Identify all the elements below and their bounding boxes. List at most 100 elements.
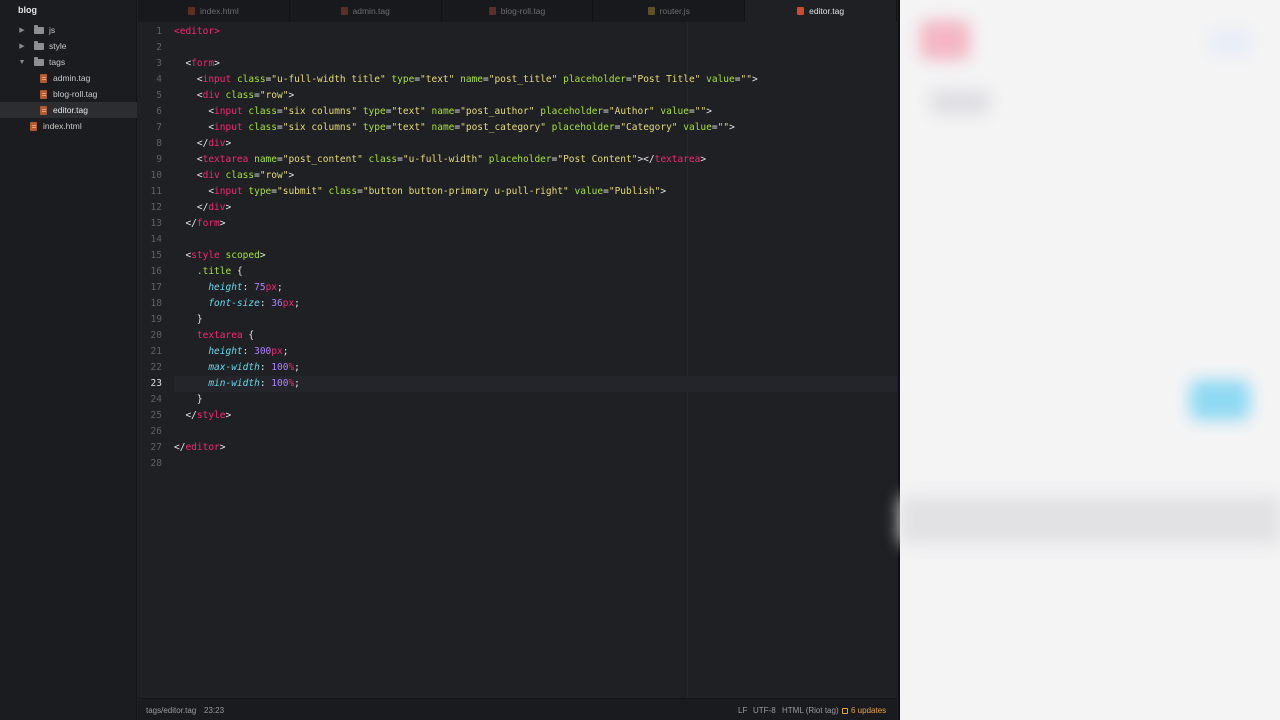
code-token: : [259, 378, 272, 389]
line-number[interactable]: 26 [138, 426, 162, 437]
code-line[interactable]: <input class="six columns" type="text" n… [174, 106, 712, 117]
sidebar-item-admin-tag[interactable]: admin.tag [0, 70, 137, 86]
code-editor[interactable]: 1 2 3 4 5 6 7 8 9 10 11 12 13 14 15 16 17 18 19 20 21 22 23 24 2… [138, 22, 897, 698]
chevron-right-icon[interactable]: ▶ [18, 42, 26, 50]
line-number[interactable]: 10 [138, 170, 162, 181]
code-line[interactable]: </form> [174, 218, 225, 229]
line-number[interactable]: 20 [138, 330, 162, 341]
code-line[interactable]: } [174, 394, 203, 405]
code-line[interactable]: </div> [174, 202, 231, 213]
code-token: .title [196, 266, 232, 277]
tab-editor-tag[interactable]: editor.tag [745, 0, 897, 22]
tab-blog-roll-tag[interactable]: blog-roll.tag [442, 0, 594, 22]
line-number[interactable]: 2 [138, 42, 162, 53]
line-number[interactable]: 21 [138, 346, 162, 357]
line-number[interactable]: 16 [138, 266, 162, 277]
code-token: "post_author" [460, 106, 535, 117]
code-token: value [706, 74, 735, 85]
line-number[interactable]: 23 [138, 378, 162, 389]
status-encoding[interactable]: UTF-8 [753, 706, 776, 715]
code-line[interactable]: height: 300px; [174, 346, 288, 357]
code-line[interactable]: <form> [174, 58, 219, 69]
code-line[interactable]: <textarea name="post_content" class="u-f… [174, 154, 706, 165]
line-number[interactable]: 18 [138, 298, 162, 309]
line-number[interactable]: 12 [138, 202, 162, 213]
sidebar-item-style[interactable]: ▶ style [0, 38, 137, 54]
code-line[interactable]: <input class="u-full-width title" type="… [174, 74, 758, 85]
tab-admin-tag[interactable]: admin.tag [290, 0, 442, 22]
sidebar-item-tags[interactable]: ▼ tags [0, 54, 137, 70]
line-number[interactable]: 22 [138, 362, 162, 373]
status-updates[interactable]: 6 updates [842, 706, 886, 715]
code-token: height [208, 346, 243, 357]
code-token: "text" [391, 122, 426, 133]
line-number[interactable]: 11 [138, 186, 162, 197]
status-file-path[interactable]: tags/editor.tag [146, 706, 196, 715]
line-number[interactable]: 1 [138, 26, 162, 37]
code-line[interactable]: <div class="row"> [174, 90, 294, 101]
line-number[interactable]: 14 [138, 234, 162, 245]
line-number[interactable]: 24 [138, 394, 162, 405]
tab-router-js[interactable]: router.js [593, 0, 746, 22]
code-token: input [214, 122, 243, 133]
line-number[interactable]: 7 [138, 122, 162, 133]
code-line[interactable]: font-size: 36px; [174, 298, 300, 309]
code-line[interactable]: </div> [174, 138, 231, 149]
code-token: </ [174, 410, 197, 421]
blurred-footer-band [900, 495, 1280, 545]
status-line-ending[interactable]: LF [738, 706, 747, 715]
tab-label: router.js [659, 6, 690, 16]
code-line[interactable]: <style scoped> [174, 250, 265, 261]
code-line[interactable]: </editor> [174, 442, 226, 453]
code-line[interactable]: min-width: 100%; [174, 378, 300, 389]
code-line[interactable]: </style> [174, 410, 231, 421]
sidebar-item-editor-tag[interactable]: editor.tag [0, 102, 137, 118]
status-cursor-position[interactable]: 23:23 [204, 706, 224, 715]
code-token: div [202, 90, 220, 101]
line-number[interactable]: 13 [138, 218, 162, 229]
line-number[interactable]: 9 [138, 154, 162, 165]
code-token: max-width [208, 362, 260, 373]
code-token: input [214, 106, 243, 117]
tab-index-html[interactable]: index.html [138, 0, 290, 22]
sidebar-item-js[interactable]: ▶ js [0, 22, 137, 38]
code-token: </ [174, 202, 209, 213]
code-token: > [660, 186, 667, 197]
code-line[interactable]: max-width: 100%; [174, 362, 300, 373]
code-line[interactable]: height: 75px; [174, 282, 282, 293]
tab-label: blog-roll.tag [500, 6, 546, 16]
code-token: type [362, 122, 386, 133]
line-number[interactable]: 17 [138, 282, 162, 293]
line-number[interactable]: 28 [138, 458, 162, 469]
line-number[interactable]: 27 [138, 442, 162, 453]
project-root[interactable]: blog [18, 5, 37, 15]
line-number[interactable]: 5 [138, 90, 162, 101]
line-number[interactable]: 6 [138, 106, 162, 117]
chevron-right-icon[interactable]: ▶ [18, 26, 26, 34]
line-number[interactable]: 19 [138, 314, 162, 325]
code-line[interactable]: } [174, 314, 203, 325]
status-grammar[interactable]: HTML (Riot tag) [782, 706, 839, 715]
sidebar-item-index-html[interactable]: index.html [0, 118, 137, 134]
code-token: div [202, 170, 220, 181]
folder-icon [34, 56, 44, 66]
line-number[interactable]: 8 [138, 138, 162, 149]
sidebar-item-blog-roll-tag[interactable]: blog-roll.tag [0, 86, 137, 102]
code-token: "six columns" [282, 106, 358, 117]
chevron-down-icon[interactable]: ▼ [18, 59, 26, 66]
code-token: "Post Title" [631, 74, 701, 85]
tag-file-icon [488, 7, 496, 15]
code-line[interactable]: <input class="six columns" type="text" n… [174, 122, 734, 133]
line-number[interactable]: 3 [138, 58, 162, 69]
line-number[interactable]: 25 [138, 410, 162, 421]
line-number[interactable]: 4 [138, 74, 162, 85]
code-token: font-size [208, 298, 260, 309]
code-line[interactable]: <input type="submit" class="button butto… [174, 186, 666, 197]
tab-bar: index.html admin.tag blog-roll.tag router.j… [138, 0, 897, 22]
code-line[interactable]: textarea { [174, 330, 254, 341]
html-file-icon [188, 7, 196, 15]
code-line[interactable]: .title { [174, 266, 243, 277]
code-line[interactable]: <div class="row"> [174, 170, 294, 181]
line-number[interactable]: 15 [138, 250, 162, 261]
code-line[interactable]: <editor> [174, 26, 220, 37]
